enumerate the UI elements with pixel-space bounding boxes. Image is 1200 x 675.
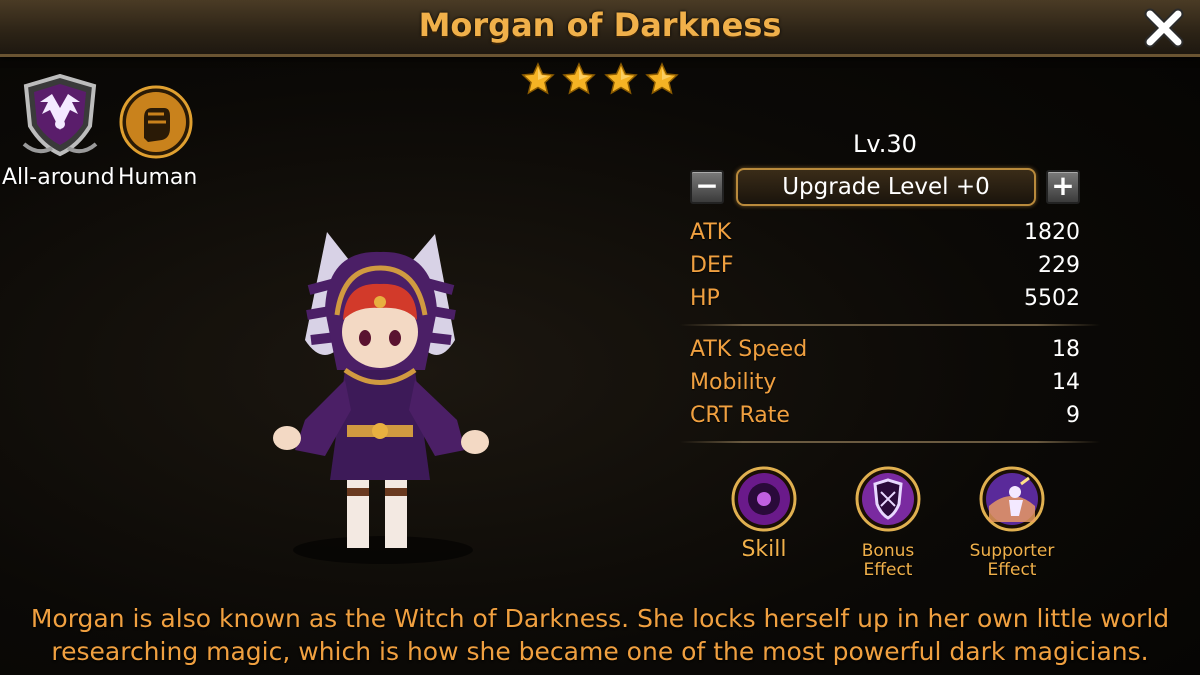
stat-row-mobility: Mobility 14 <box>690 370 1080 400</box>
support-figure-icon <box>979 466 1045 532</box>
level-label: Lv.30 <box>853 130 917 158</box>
stat-name: ATK <box>690 220 732 245</box>
supporter-effect-label-line2: Effect <box>987 560 1037 580</box>
stat-value: 14 <box>1052 370 1080 395</box>
hero-name-title: Morgan of Darkness <box>418 6 782 44</box>
upgrade-level-control: − Upgrade Level +0 + <box>690 168 1080 208</box>
stat-row-def: DEF 229 <box>690 253 1080 283</box>
skill-button[interactable]: Skill <box>709 466 819 562</box>
stat-value: 5502 <box>1024 286 1080 311</box>
star-icon <box>521 62 556 95</box>
close-icon[interactable] <box>1142 6 1186 50</box>
dark-orb-icon <box>731 466 797 532</box>
supporter-effect-label-line1: Supporter <box>969 541 1055 561</box>
description-line: Morgan is also known as the Witch of Dar… <box>30 604 1170 633</box>
stat-name: ATK Speed <box>690 337 808 362</box>
stat-row-atk: ATK 1820 <box>690 220 1080 250</box>
skill-label: Skill <box>741 537 787 562</box>
stat-value: 229 <box>1038 253 1080 278</box>
shield-icon <box>855 466 921 532</box>
star-icon <box>562 62 597 95</box>
stat-name: CRT Rate <box>690 403 790 428</box>
bonus-effect-button[interactable]: Bonus Effect <box>833 466 943 580</box>
winged-shield-icon[interactable] <box>18 74 102 160</box>
star-icon <box>603 62 638 95</box>
stat-name: Mobility <box>690 370 777 395</box>
stat-row-hp: HP 5502 <box>690 286 1080 316</box>
stat-row-atk-speed: ATK Speed 18 <box>690 337 1080 367</box>
stat-row-crt-rate: CRT Rate 9 <box>690 403 1080 433</box>
stat-value: 18 <box>1052 337 1080 362</box>
stats-divider <box>680 441 1100 443</box>
stat-name: DEF <box>690 253 734 278</box>
bonus-effect-label-line2: Effect <box>863 560 913 580</box>
supporter-effect-button[interactable]: Supporter Effect <box>957 466 1067 580</box>
race-label: Human <box>118 165 198 190</box>
bonus-effect-label-line1: Bonus <box>861 541 915 561</box>
decrease-upgrade-button[interactable]: − <box>690 170 724 204</box>
stat-value: 1820 <box>1024 220 1080 245</box>
fist-icon[interactable] <box>118 84 194 160</box>
increase-upgrade-button[interactable]: + <box>1046 170 1080 204</box>
class-label: All-around <box>2 165 115 190</box>
description-line: researching magic, which is how she beca… <box>51 637 1149 666</box>
star-icon <box>644 62 679 95</box>
hero-model <box>273 232 489 564</box>
stats-divider <box>680 324 1100 326</box>
upgrade-level-display: Upgrade Level +0 <box>736 168 1036 206</box>
hero-description: Morgan is also known as the Witch of Dar… <box>0 602 1200 668</box>
title-bar: Morgan of Darkness <box>0 0 1200 57</box>
stat-value: 9 <box>1066 403 1080 428</box>
stat-name: HP <box>690 286 720 311</box>
